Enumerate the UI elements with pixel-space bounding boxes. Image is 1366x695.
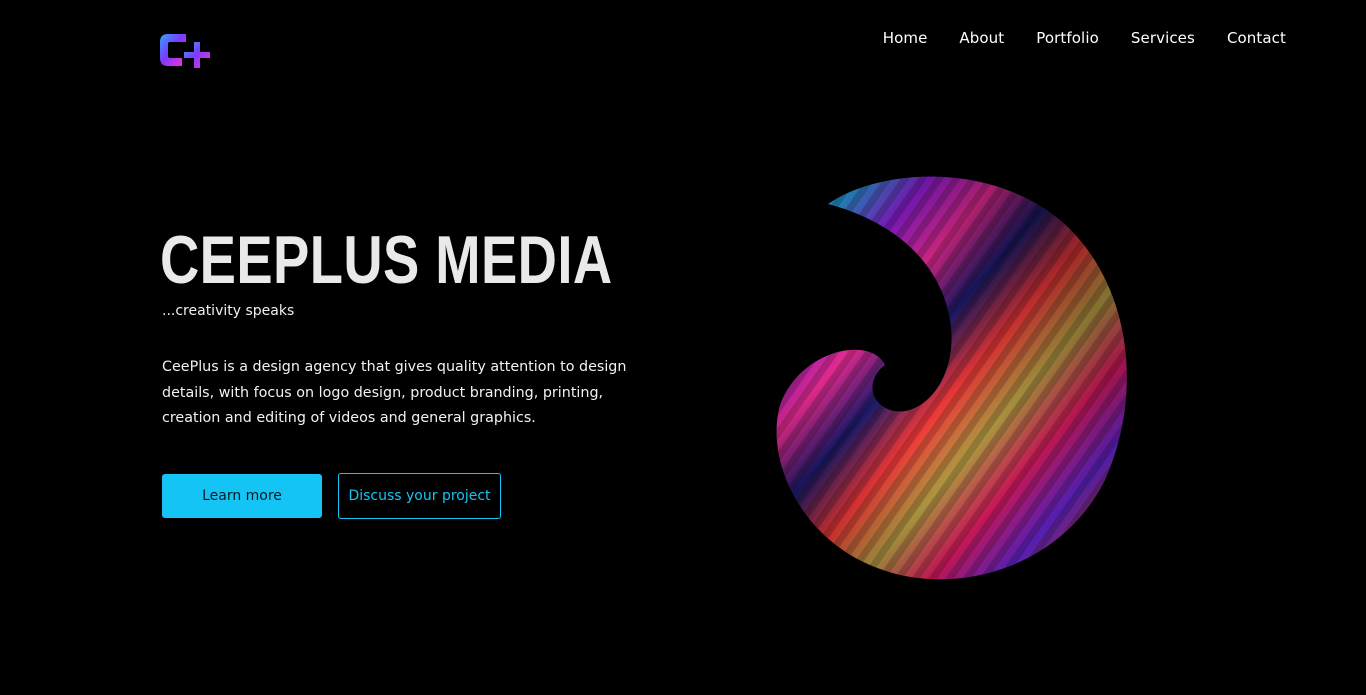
nav-contact[interactable]: Contact [1227, 29, 1286, 47]
discuss-project-button[interactable]: Discuss your project [338, 473, 501, 519]
abstract-swirl-artwork [760, 160, 1150, 600]
main-nav: Home About Portfolio Services Contact [883, 29, 1286, 47]
nav-portfolio[interactable]: Portfolio [1036, 29, 1099, 47]
nav-about[interactable]: About [959, 29, 1004, 47]
hero-description: CeePlus is a design agency that gives qu… [162, 359, 627, 426]
hero-tagline: ...creativity speaks [162, 303, 295, 319]
ceeplus-logo-icon[interactable] [158, 28, 212, 74]
learn-more-button[interactable]: Learn more [162, 474, 322, 518]
page: Home About Portfolio Services Contact CE… [0, 0, 1366, 695]
nav-home[interactable]: Home [883, 29, 928, 47]
hero-title: CEEPLUS MEDIA [160, 222, 613, 298]
nav-services[interactable]: Services [1131, 29, 1195, 47]
